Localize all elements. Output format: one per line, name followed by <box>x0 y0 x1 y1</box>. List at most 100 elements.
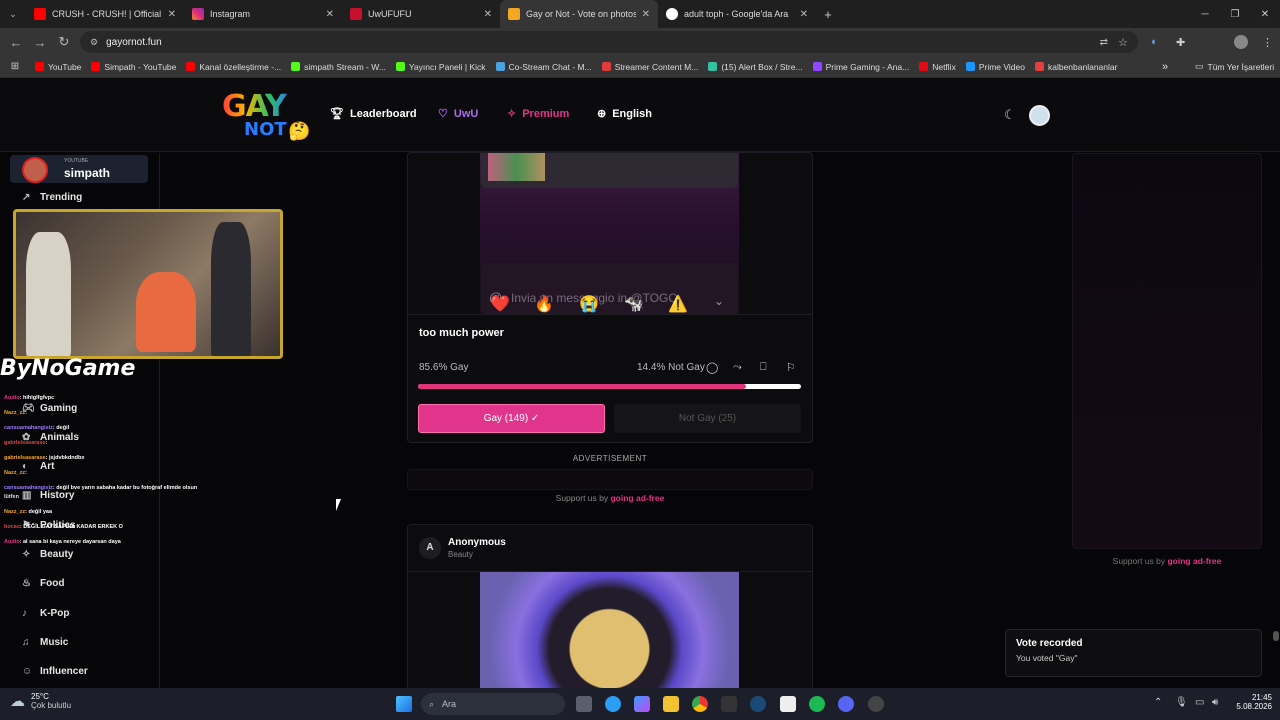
bookmark-netflix[interactable]: Netflix <box>914 62 961 72</box>
chrome-icon[interactable] <box>692 696 708 712</box>
user-avatar[interactable] <box>1029 105 1050 126</box>
back-icon[interactable]: ← <box>4 35 28 50</box>
bookmark-prime-video[interactable]: Prime Video <box>961 62 1030 72</box>
close-icon[interactable]: ✕ <box>642 9 650 20</box>
close-icon[interactable]: ✕ <box>168 9 176 20</box>
edge-icon[interactable] <box>605 696 621 712</box>
share-icon[interactable]: ⤳ <box>733 361 742 374</box>
address-bar[interactable]: ⚙ gayornot.fun ⇄ ☆ <box>80 31 1138 53</box>
kalbenban-icon <box>1034 62 1044 71</box>
support-text: Support us by <box>555 493 609 503</box>
monitor-icon[interactable]: ▭ <box>1195 697 1204 708</box>
streamer-icon <box>601 62 611 71</box>
speaker-icon[interactable]: 🔊︎ <box>1212 697 1218 708</box>
comment-icon[interactable]: ◯ <box>706 361 718 374</box>
bookmark-icon[interactable]: ⎕ <box>760 361 767 374</box>
ad-support-line: Support us by going ad-free <box>407 493 813 503</box>
spotify-icon[interactable] <box>809 696 825 712</box>
discord-icon[interactable] <box>838 696 854 712</box>
nav-language[interactable]: ⊕ English <box>597 107 652 121</box>
sidebar-item-gaming[interactable]: 🎮︎ Gaming <box>22 403 77 414</box>
nav-premium[interactable]: ✧ Premium <box>507 107 569 121</box>
report-flag-icon[interactable]: ⚐ <box>786 361 796 374</box>
site-info-icon[interactable]: ⚙ <box>90 37 98 48</box>
sidebar-item-history[interactable]: ▥ History <box>22 490 74 501</box>
epic-games-icon[interactable] <box>721 696 737 712</box>
youtube-icon <box>91 62 101 71</box>
apps-icon[interactable]: ⊞ <box>0 61 30 72</box>
sidebar-item-influencer[interactable]: ☺ Influencer <box>22 666 88 677</box>
puzzle-icon[interactable]: ✚ <box>1176 36 1185 49</box>
obs-icon[interactable] <box>868 696 884 712</box>
bookmark-prime-gaming[interactable]: Prime Gaming - Ana... <box>808 62 915 72</box>
copilot-icon[interactable] <box>634 696 650 712</box>
author-avatar[interactable]: A <box>419 537 441 559</box>
translate-icon[interactable]: ⇄ <box>1100 37 1108 48</box>
weather-widget[interactable]: ☁ 25°C Çok bulutlu <box>10 692 71 710</box>
close-icon[interactable]: ✕ <box>800 9 808 20</box>
profile-avatar-icon[interactable] <box>1234 35 1248 49</box>
reload-icon[interactable]: ↻ <box>52 34 76 50</box>
vote-gay-button[interactable]: Gay (149) ✓ <box>418 404 605 433</box>
sidebar-item-food[interactable]: ♨ Food <box>22 578 64 589</box>
tray-chevron-icon[interactable]: ⌃ <box>1154 697 1162 708</box>
tab-gayornot[interactable]: Gay or Not - Vote on photos an ✕ <box>500 0 658 28</box>
bookmark-costream[interactable]: Co-Stream Chat - M... <box>491 62 597 72</box>
tab-google[interactable]: adult toph - Google'da Ara ✕ <box>658 0 816 28</box>
user-icon: ☺ <box>22 666 33 677</box>
site-logo[interactable]: GAY NOT 🤔 <box>222 89 314 143</box>
extension-icon[interactable]: ◖ <box>1150 36 1157 48</box>
weather-desc: Çok bulutlu <box>31 701 72 710</box>
bookmark-kanal[interactable]: Kanal özelleştirme -... <box>181 62 286 72</box>
microphone-icon[interactable]: 🎙︎ <box>1175 697 1188 708</box>
bookmark-simpath-youtube[interactable]: Simpath - YouTube <box>86 62 181 72</box>
tab-uwufufu[interactable]: UwUFUFU ✕ <box>342 0 500 28</box>
capcut-icon[interactable] <box>780 696 796 712</box>
close-icon[interactable]: ✕ <box>326 9 334 20</box>
clock-time: 21:45 <box>1251 693 1272 702</box>
avatar-letter: A <box>426 542 434 553</box>
tab-crush[interactable]: CRUSH - CRUSH! | Official Musi ✕ <box>26 0 184 28</box>
close-window-icon[interactable]: ✕ <box>1250 9 1280 20</box>
sidebar-item-kpop[interactable]: ♪ K-Pop <box>22 608 69 619</box>
forward-icon[interactable]: → <box>28 35 52 50</box>
star-icon[interactable]: ☆ <box>1118 36 1128 49</box>
sidebar-item-music[interactable]: ♫ Music <box>22 637 68 648</box>
restore-icon[interactable]: ❐ <box>1220 9 1250 20</box>
menu-icon[interactable]: ⋮ <box>1262 36 1273 49</box>
taskbar-search[interactable]: ⌕ Ara <box>421 693 565 715</box>
post-category[interactable]: Beauty <box>448 550 473 559</box>
bookmark-kalbenban[interactable]: kalbenbanlananlar <box>1030 62 1122 72</box>
go-ad-free-link[interactable]: going ad-free <box>610 493 664 503</box>
start-button[interactable] <box>396 696 412 712</box>
all-bookmarks-button[interactable]: ▭ Tüm Yer İşaretleri <box>1190 61 1279 72</box>
task-view-icon[interactable] <box>576 696 592 712</box>
dark-mode-icon[interactable]: ☾ <box>1004 107 1016 123</box>
tab-instagram[interactable]: Instagram ✕ <box>184 0 342 28</box>
close-icon[interactable]: ✕ <box>484 9 492 20</box>
vote-notgay-button[interactable]: Not Gay (25) <box>614 404 801 433</box>
new-tab-button[interactable]: + <box>816 7 840 22</box>
scrollbar-thumb[interactable] <box>1273 631 1279 641</box>
bookmark-alert-box[interactable]: (15) Alert Box / Stre... <box>703 62 807 72</box>
gay-percent: 85.6% Gay <box>419 362 469 373</box>
bookmark-kick-panel[interactable]: Yayıncı Paneli | Kick <box>391 62 491 72</box>
chat-user: Nazz_zz <box>4 470 26 476</box>
file-explorer-icon[interactable] <box>663 696 679 712</box>
nav-leaderboard[interactable]: 🏆︎ Leaderboard <box>330 107 417 121</box>
minimize-icon[interactable]: ─ <box>1190 9 1220 20</box>
tab-search-icon[interactable]: ⌄ <box>0 9 26 20</box>
bookmark-simpath-stream[interactable]: simpath Stream - W... <box>286 62 391 72</box>
clock[interactable]: 21:45 5.08.2026 <box>1228 693 1272 711</box>
bookmarks-more-button[interactable]: » <box>1162 61 1168 73</box>
chat-message: gabrielsasarase: jsjdvbkdndbx <box>4 455 85 461</box>
post-card: @ Invia un messaggio in @TOGO ❤️ 🔥 😭 🐄 ⚠… <box>407 152 813 443</box>
steam-icon[interactable] <box>750 696 766 712</box>
author-name[interactable]: Anonymous <box>448 537 506 548</box>
sidebar-item-beauty[interactable]: ✧ Beauty <box>22 549 73 560</box>
go-ad-free-link[interactable]: going ad-free <box>1167 556 1221 566</box>
bookmark-streamer-content[interactable]: Streamer Content M... <box>597 62 704 72</box>
bookmark-youtube[interactable]: YouTube <box>30 62 86 72</box>
sidebar-item-trending[interactable]: ↗ Trending <box>22 192 82 203</box>
nav-uwu[interactable]: ♡ UwU <box>438 107 478 121</box>
